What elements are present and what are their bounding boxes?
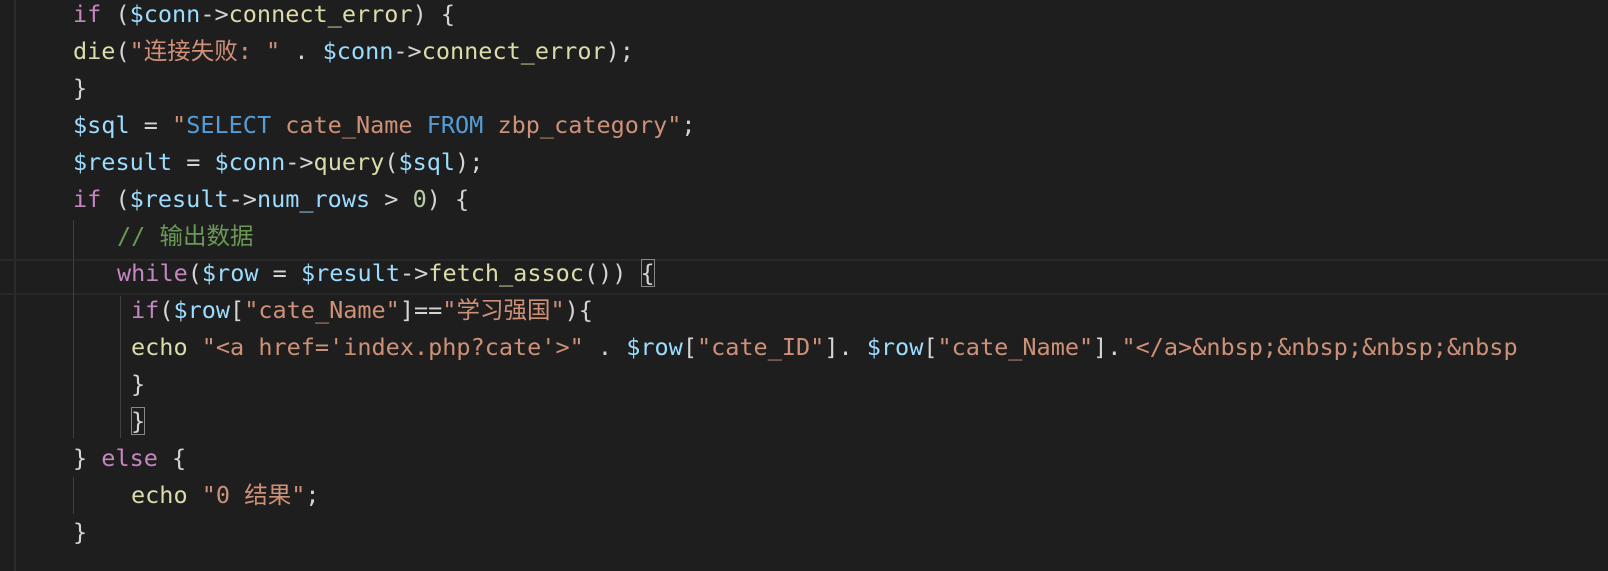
variable-token: $row <box>201 259 259 287</box>
code-line[interactable]: if($row["cate_Name"]=="学习强国"){ <box>0 291 593 329</box>
code-line[interactable]: } <box>0 513 87 551</box>
function-token: connect_error <box>421 37 606 65</box>
punctuation-token: ]. <box>1093 333 1122 361</box>
punctuation-token: { <box>157 444 187 472</box>
punctuation-token: } <box>73 518 88 546</box>
code-line[interactable]: if ($result->num_rows > 0) { <box>0 180 469 218</box>
code-line[interactable]: } <box>0 402 146 440</box>
code-line[interactable]: } else { <box>0 439 186 477</box>
function-token: echo <box>131 481 188 509</box>
punctuation-token: ); <box>455 148 484 176</box>
code-line[interactable]: if ($conn->connect_error) { <box>0 0 455 33</box>
punctuation-token: = <box>129 111 173 139</box>
keyword-token: if <box>73 0 102 28</box>
function-token: die <box>73 37 116 65</box>
sql-keyword-token: SELECT <box>186 111 272 139</box>
punctuation-token: -> <box>228 185 257 213</box>
punctuation-token: } <box>73 74 88 102</box>
string-token: "0 结果" <box>201 481 306 509</box>
keyword-token: if <box>73 185 102 213</box>
punctuation-token: ) { <box>412 0 456 28</box>
string-token: "cate_ID" <box>696 333 825 361</box>
comment-token: // 输出数据 <box>117 222 254 250</box>
number-token: 0 <box>412 185 427 213</box>
punctuation-token: ( <box>159 296 174 324</box>
sql-keyword-token: FROM <box>426 111 484 139</box>
variable-token: $sql <box>73 111 130 139</box>
code-line[interactable]: die("连接失败: " . $conn->connect_error); <box>0 32 634 70</box>
variable-token: $row <box>173 296 231 324</box>
string-token: "连接失败: " <box>129 37 281 65</box>
punctuation-token: ) { <box>426 185 470 213</box>
matched-bracket: } <box>131 407 146 435</box>
punctuation-token: } <box>73 444 102 472</box>
punctuation-token: ]== <box>399 296 443 324</box>
punctuation-token: ( <box>101 185 130 213</box>
variable-token: $sql <box>398 148 456 176</box>
code-line[interactable]: echo "<a href='index.php?cate'>" . $row[… <box>0 328 1518 366</box>
punctuation-token: ( <box>187 259 202 287</box>
variable-token: $conn <box>322 37 394 65</box>
function-token: fetch_assoc <box>428 259 584 287</box>
punctuation-token: = <box>258 259 301 287</box>
code-line[interactable]: echo "0 结果"; <box>0 476 320 514</box>
punctuation-token: ; <box>681 111 696 139</box>
punctuation-token <box>188 333 202 361</box>
variable-token: $row <box>626 333 683 361</box>
punctuation-token: ); <box>605 37 634 65</box>
function-token: query <box>313 148 385 176</box>
function-token: echo <box>131 333 188 361</box>
variable-token: $conn <box>129 0 201 28</box>
punctuation-token: } <box>131 370 146 398</box>
function-token: connect_error <box>228 0 413 28</box>
variable-token: $result <box>129 185 229 213</box>
string-token: "</a>&nbsp;&nbsp;&nbsp;&nbsp <box>1121 333 1518 361</box>
punctuation-token: ( <box>384 148 399 176</box>
matched-bracket: { <box>640 259 655 287</box>
string-token: cate_Name <box>271 111 427 139</box>
punctuation-token: [ <box>682 333 697 361</box>
string-token: "cate_Name" <box>937 333 1094 361</box>
punctuation-token: = <box>172 148 215 176</box>
keyword-token: if <box>131 296 160 324</box>
string-token: "学习强国" <box>442 296 565 324</box>
variable-token: $conn <box>214 148 286 176</box>
string-token: zbp_category" <box>483 111 682 139</box>
keyword-token: else <box>101 444 158 472</box>
code-editor[interactable]: if ($conn->connect_error) { die("连接失败: "… <box>0 0 1608 571</box>
code-line[interactable]: } <box>0 365 145 403</box>
variable-token: $row <box>866 333 924 361</box>
keyword-token: while <box>117 259 188 287</box>
punctuation-token: [ <box>923 333 938 361</box>
punctuation-token: ()) <box>583 259 641 287</box>
punctuation-token: . <box>280 37 323 65</box>
code-line[interactable]: // 输出数据 <box>0 217 253 255</box>
string-token: "cate_Name" <box>244 296 400 324</box>
punctuation-token: . <box>583 333 627 361</box>
punctuation-token: -> <box>393 37 422 65</box>
punctuation-token: > <box>370 185 413 213</box>
code-line[interactable]: while($row = $result->fetch_assoc()) { <box>0 254 655 292</box>
punctuation-token: ( <box>115 37 130 65</box>
string-token: "<a href='index.php?cate'>" <box>201 333 584 361</box>
punctuation-token: ){ <box>564 296 593 324</box>
punctuation-token: ]. <box>824 333 867 361</box>
punctuation-token: -> <box>285 148 314 176</box>
code-line[interactable]: } <box>0 69 87 107</box>
punctuation-token: ( <box>101 0 130 28</box>
punctuation-token: ; <box>305 481 320 509</box>
code-line[interactable]: $result = $conn->query($sql); <box>0 143 483 181</box>
punctuation-token: [ <box>230 296 245 324</box>
code-line[interactable]: $sql = "SELECT cate_Name FROM zbp_catego… <box>0 106 696 144</box>
string-token: " <box>172 111 187 139</box>
variable-token: $result <box>73 148 173 176</box>
punctuation-token <box>188 481 202 509</box>
punctuation-token: -> <box>200 0 229 28</box>
punctuation-token: -> <box>400 259 429 287</box>
variable-token: $result <box>300 259 400 287</box>
variable-token: num_rows <box>256 185 371 213</box>
